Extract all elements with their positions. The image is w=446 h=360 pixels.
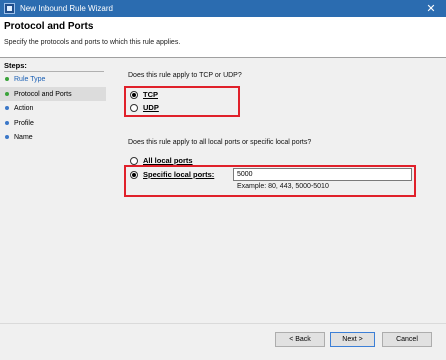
step-rule-type[interactable]: Rule Type — [0, 72, 106, 86]
specific-ports-radio-option[interactable]: Specific local ports: — [130, 170, 214, 179]
specific-ports-label[interactable]: Specific local ports: — [143, 170, 214, 179]
step-label: Name — [14, 133, 33, 141]
step-profile[interactable]: Profile — [0, 116, 106, 130]
close-button[interactable]: ✕ — [416, 0, 446, 17]
tcp-radio-button[interactable] — [130, 90, 138, 99]
step-label: Rule Type — [14, 75, 46, 83]
tcp-label[interactable]: TCP — [143, 90, 158, 99]
step-bullet-icon — [5, 77, 9, 81]
step-name[interactable]: Name — [0, 130, 106, 144]
step-label: Action — [14, 104, 34, 112]
page-subtitle: Specify the protocols and ports to which… — [4, 39, 181, 46]
firewall-app-icon — [4, 3, 15, 14]
protocol-question: Does this rule apply to TCP or UDP? — [128, 72, 242, 79]
udp-radio-option[interactable]: UDP — [130, 103, 159, 112]
wizard-content: Does this rule apply to TCP or UDP? TCP … — [116, 58, 446, 360]
cancel-button[interactable]: Cancel — [382, 332, 432, 347]
ports-question: Does this rule apply to all local ports … — [128, 139, 312, 146]
step-bullet-icon — [5, 106, 9, 110]
wizard-header: Protocol and Ports Specify the protocols… — [0, 17, 446, 58]
tcp-radio-option[interactable]: TCP — [130, 90, 158, 99]
next-button[interactable]: Next > — [330, 332, 375, 347]
wizard-body: Steps: Rule Type Protocol and Ports Acti… — [0, 58, 446, 360]
step-protocol-and-ports[interactable]: Protocol and Ports — [0, 87, 106, 101]
all-ports-radio-button[interactable] — [130, 156, 138, 165]
specific-ports-input[interactable]: 5000 — [233, 168, 412, 181]
step-bullet-icon — [5, 135, 9, 139]
ports-example-hint: Example: 80, 443, 5000-5010 — [237, 183, 329, 190]
title-bar: New Inbound Rule Wizard ✕ — [0, 0, 446, 17]
all-ports-label[interactable]: All local ports — [143, 156, 193, 165]
window-title: New Inbound Rule Wizard — [20, 4, 113, 13]
all-ports-radio-option[interactable]: All local ports — [130, 156, 193, 165]
step-bullet-icon — [5, 92, 9, 96]
page-title: Protocol and Ports — [4, 21, 94, 32]
udp-radio-button[interactable] — [130, 103, 138, 112]
footer-divider — [0, 323, 446, 324]
back-button[interactable]: < Back — [275, 332, 325, 347]
step-bullet-icon — [5, 121, 9, 125]
udp-label[interactable]: UDP — [143, 103, 159, 112]
step-label: Protocol and Ports — [14, 90, 72, 98]
step-label: Profile — [14, 119, 34, 127]
specific-ports-radio-button[interactable] — [130, 170, 138, 179]
step-action[interactable]: Action — [0, 101, 106, 115]
steps-heading: Steps: — [4, 61, 27, 70]
